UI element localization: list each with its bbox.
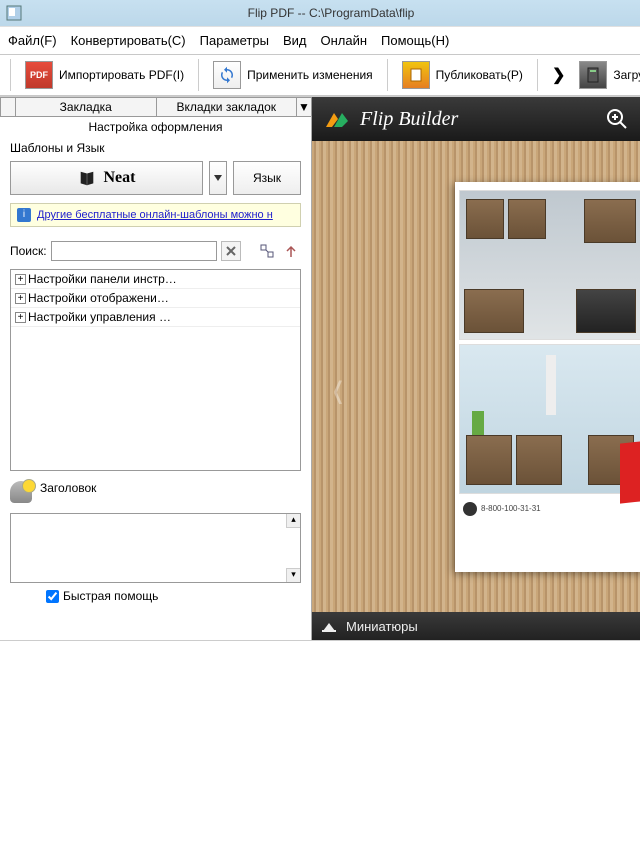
import-label: Импортировать PDF(I) <box>59 68 184 82</box>
tab-bookmark[interactable]: Закладка <box>15 97 157 116</box>
tree-item-display[interactable]: +Настройки отображени… <box>11 289 300 308</box>
expander-icon[interactable]: + <box>15 312 26 323</box>
tree-label: Настройки управления … <box>28 310 171 324</box>
header-textarea[interactable]: ▴ ▾ <box>10 513 301 583</box>
prev-page-icon[interactable]: ‹ <box>333 353 343 422</box>
expand-icon <box>260 244 274 258</box>
book-icon <box>78 169 96 187</box>
apply-changes-button[interactable]: Применить изменения <box>209 58 377 92</box>
search-row: Поиск: <box>0 233 311 269</box>
separator <box>537 59 538 91</box>
zoom-in-icon[interactable] <box>606 108 628 130</box>
main-split: Закладка Вкладки закладок ▼ Настройка оф… <box>0 96 640 640</box>
menu-online[interactable]: Онлайн <box>320 33 367 48</box>
toolbar: PDF Импортировать PDF(I) Применить измен… <box>0 54 640 96</box>
more-arrow-icon[interactable]: ❯ <box>548 65 569 85</box>
menu-file[interactable]: Файл(F) <box>8 33 57 48</box>
flipbuilder-logo-icon <box>324 109 350 129</box>
templates-lang-label: Шаблоны и Язык <box>0 137 311 159</box>
preview-panel: Flip Builder ‹ <box>312 97 640 640</box>
flipbuilder-title: Flip Builder <box>360 108 596 131</box>
separator <box>387 59 388 91</box>
collapse-all-button[interactable] <box>281 241 301 261</box>
scroll-up-button[interactable]: ▴ <box>286 514 300 528</box>
settings-tree[interactable]: +Настройки панели инстр… +Настройки отоб… <box>10 269 301 471</box>
templates-link[interactable]: Другие бесплатные онлайн-шаблоны можно н <box>37 209 273 221</box>
left-panel: Закладка Вкладки закладок ▼ Настройка оф… <box>0 97 312 640</box>
status-bar <box>0 640 640 656</box>
expand-all-button[interactable] <box>257 241 277 261</box>
upload-label: Загрузить на онлайн с <box>613 68 640 82</box>
menu-help[interactable]: Помощь(H) <box>381 33 449 48</box>
tree-label: Настройки отображени… <box>28 291 169 305</box>
window-title: Flip PDF -- C:\ProgramData\flip <box>28 6 634 20</box>
quickhelp-checkbox[interactable] <box>46 590 59 603</box>
catalog-image-1 <box>459 190 640 340</box>
scroll-down-button[interactable]: ▾ <box>286 568 300 582</box>
clear-search-button[interactable] <box>221 241 241 261</box>
menubar: Файл(F) Конвертировать(C) Параметры Вид … <box>0 26 640 54</box>
panel-tabs: Закладка Вкладки закладок ▼ <box>0 97 311 117</box>
separator <box>10 59 11 91</box>
database-icon <box>10 481 32 503</box>
expander-icon[interactable]: + <box>15 274 26 285</box>
header-section: Заголовок <box>0 471 311 513</box>
thumbnails-label: Миниатюры <box>346 619 418 634</box>
tab-bookmarks-tabs[interactable]: Вкладки закладок <box>156 97 298 116</box>
info-icon: i <box>17 208 31 222</box>
import-pdf-button[interactable]: PDF Импортировать PDF(I) <box>21 58 188 92</box>
language-button[interactable]: Язык <box>233 161 301 195</box>
search-input[interactable] <box>51 241 217 261</box>
apply-label: Применить изменения <box>247 68 373 82</box>
publish-button[interactable]: Публиковать(P) <box>398 58 527 92</box>
pdf-icon: PDF <box>25 61 53 89</box>
app-icon <box>6 5 22 21</box>
tree-item-control[interactable]: +Настройки управления … <box>11 308 300 327</box>
phone-number: 8-800-100-31-31 <box>481 504 541 513</box>
separator <box>198 59 199 91</box>
preview-header: Flip Builder <box>312 97 640 141</box>
templates-link-row: i Другие бесплатные онлайн-шаблоны можно… <box>10 203 301 227</box>
tab-spacer <box>0 97 16 116</box>
publish-icon <box>402 61 430 89</box>
chevron-down-icon <box>214 175 222 181</box>
titlebar: Flip PDF -- C:\ProgramData\flip <box>0 0 640 26</box>
expander-icon[interactable]: + <box>15 293 26 304</box>
flipbook-page[interactable]: 8-800-100-31-31 <box>455 182 640 572</box>
upload-online-button[interactable]: Загрузить на онлайн с <box>575 58 640 92</box>
blank-area <box>0 656 640 853</box>
template-dropdown-button[interactable] <box>209 161 227 195</box>
sync-icon <box>213 61 241 89</box>
preview-body[interactable]: ‹ 8-800-100-31-31 <box>312 141 640 612</box>
server-icon <box>579 61 607 89</box>
publish-label: Публиковать(P) <box>436 68 523 82</box>
catalog-image-2 <box>459 344 640 494</box>
tab-dropdown[interactable]: ▼ <box>296 97 312 116</box>
header-label: Заголовок <box>40 481 96 503</box>
quickhelp-row: Быстрая помощь <box>0 583 311 609</box>
catalog-footer: 8-800-100-31-31 <box>459 494 640 524</box>
promo-ribbon <box>620 440 640 503</box>
thumbnails-icon <box>322 620 336 632</box>
search-label: Поиск: <box>10 244 47 258</box>
tree-label: Настройки панели инстр… <box>28 272 177 286</box>
quickhelp-label: Быстрая помощь <box>63 589 158 603</box>
template-neat-button[interactable]: Neat <box>10 161 203 195</box>
panel-title: Настройка оформления <box>0 117 311 137</box>
menu-view[interactable]: Вид <box>283 33 307 48</box>
tree-item-toolbar[interactable]: +Настройки панели инстр… <box>11 270 300 289</box>
template-row: Neat Язык <box>0 159 311 203</box>
thumbnails-bar[interactable]: Миниатюры <box>312 612 640 640</box>
collapse-icon <box>284 244 298 258</box>
close-icon <box>226 246 236 256</box>
menu-params[interactable]: Параметры <box>200 33 269 48</box>
menu-convert[interactable]: Конвертировать(C) <box>71 33 186 48</box>
neat-label: Neat <box>104 169 136 187</box>
